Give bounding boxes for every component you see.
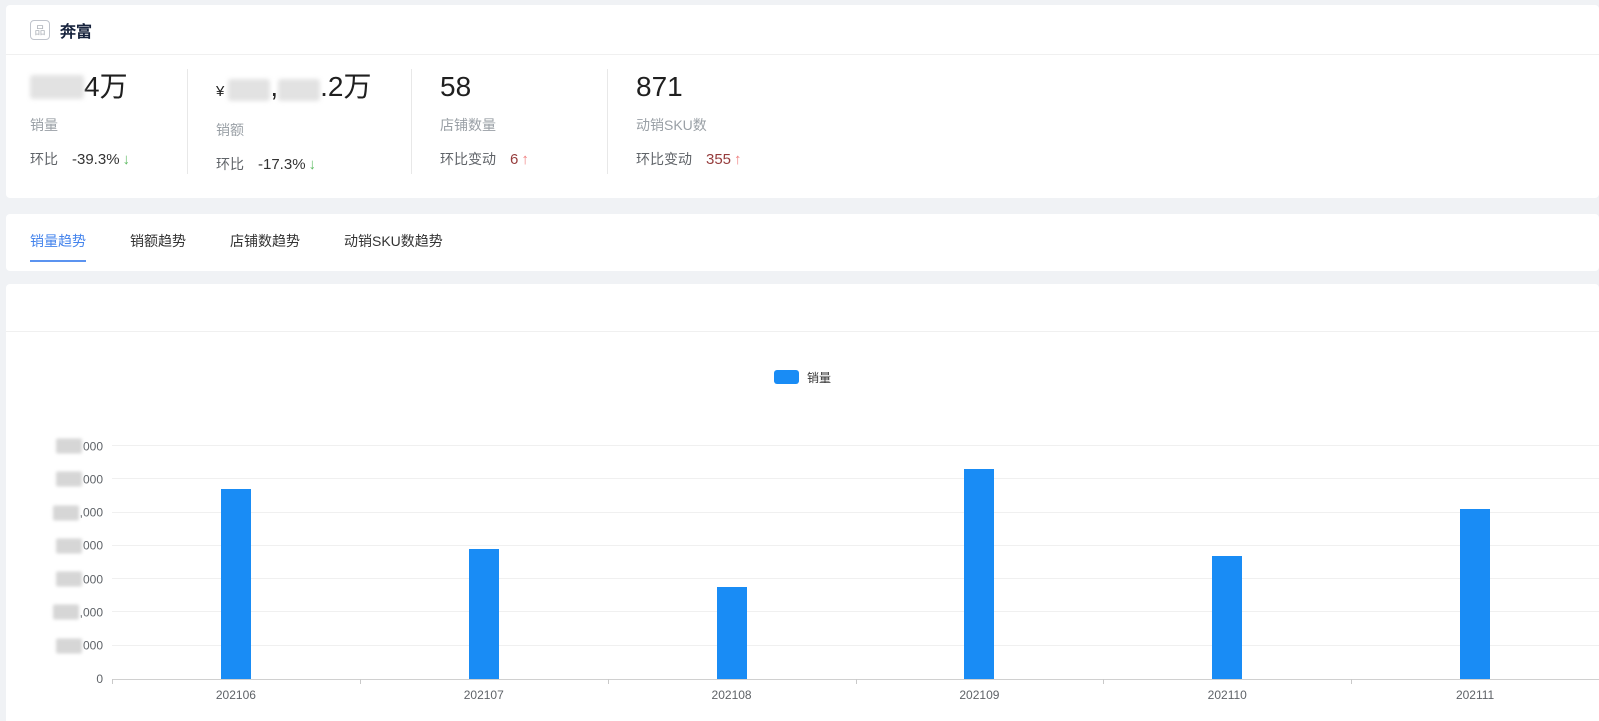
trend-down-icon: ↓ (308, 155, 317, 173)
stat-value: ¥, .2万 (216, 69, 383, 110)
x-axis-label: 202106 (215, 688, 256, 702)
x-axis-label: 202111 (1455, 688, 1495, 702)
legend-item[interactable]: 销量 (773, 369, 831, 386)
stat-mom-row: 环比变动 355 ↑ (636, 149, 742, 169)
chart-plot-wrap: 0 000,000 000 000,000 000 000 202106 202107 2021… (6, 438, 1599, 702)
bar-202106[interactable] (220, 488, 251, 679)
stat-label: 销额 (216, 122, 244, 138)
gridline (112, 445, 1599, 446)
y-axis-label: ,000 (52, 604, 103, 620)
stat-value: 58 (440, 71, 472, 102)
legend-label: 销量 (806, 370, 831, 385)
censored-tick-block (55, 638, 82, 654)
trend-up-icon: ↑ (734, 150, 742, 168)
y-axis-label: ,000 (52, 505, 103, 521)
stat-active-sku: 871 动销SKU数 环比变动 355 ↑ (636, 69, 770, 174)
gridline (112, 611, 1599, 613)
mom-label: 环比变动 (636, 151, 692, 167)
thousands-separator: , (270, 71, 279, 102)
trend-down-icon: ↓ (122, 150, 131, 168)
legend-swatch-icon (773, 370, 799, 384)
brand-header: 品 奔富 (6, 5, 1599, 55)
y-axis-label: 000 (55, 571, 103, 587)
mom-value: -39.3% (72, 150, 120, 168)
y-axis-label: 000 (55, 638, 103, 654)
gridline (112, 578, 1599, 580)
tab-1[interactable]: 销额趋势 (130, 223, 186, 262)
censored-tick-block (52, 505, 79, 521)
gridline (112, 544, 1599, 546)
stat-value: 4万 (30, 69, 159, 105)
bar-202108[interactable] (716, 587, 747, 679)
bar-202110[interactable] (1212, 555, 1243, 679)
stat-value-suffix: 4万 (84, 71, 128, 102)
x-axis-tick (359, 679, 361, 684)
tab-0[interactable]: 销量趋势 (30, 223, 86, 262)
mom-value: -17.3% (258, 155, 306, 173)
y-axis-label: 000 (55, 471, 103, 487)
mom-value: 6 (510, 150, 519, 168)
tabs: 销量趋势 销额趋势 店铺数趋势 动销SKU数趋势 (30, 223, 443, 262)
x-axis-tick (1103, 679, 1105, 684)
stat-mom-row: 环比变动 6 ↑ (440, 149, 579, 169)
stat-value: 871 (636, 71, 683, 102)
brand-name: 奔富 (60, 23, 93, 41)
tab-3[interactable]: 动销SKU数趋势 (344, 223, 443, 262)
x-axis-tick (855, 679, 857, 684)
x-axis-tick (1351, 679, 1353, 684)
gridline (112, 478, 1599, 480)
mom-label: 环比 (30, 151, 58, 167)
y-axis-label: 000 (55, 438, 103, 454)
censored-value-block (228, 78, 271, 101)
bar-202111[interactable] (1460, 508, 1491, 679)
gridline (112, 644, 1599, 646)
censored-tick-block (55, 571, 82, 587)
censored-tick-block (55, 438, 82, 454)
chart-card-header (6, 284, 1599, 332)
bar-202107[interactable] (468, 548, 499, 679)
y-axis-label: 0 (96, 672, 103, 686)
chart-legend: 销量 (6, 369, 1599, 386)
x-axis-label: 202110 (1207, 688, 1247, 702)
stat-mom-row: 环比 -17.3% ↓ (216, 154, 383, 174)
brand-stats-card: 品 奔富 4万 销量 环比 -39.3% ↓ ¥, .2万 销额 环比 -17.3… (6, 5, 1599, 198)
y-axis-label: 000 (55, 538, 103, 554)
x-axis-label: 202107 (463, 688, 504, 702)
trend-tabs-card: 销量趋势 销额趋势 店铺数趋势 动销SKU数趋势 (6, 214, 1599, 271)
x-axis-tick (112, 679, 113, 684)
x-axis-tick (607, 679, 609, 684)
stat-sales-volume: 4万 销量 环比 -39.3% ↓ (30, 69, 188, 174)
stat-sales-amount: ¥, .2万 销额 环比 -17.3% ↓ (216, 69, 412, 174)
brand-icon: 品 (30, 19, 50, 40)
mom-label: 环比 (216, 156, 244, 172)
gridline (112, 511, 1599, 513)
chart-card: 销量 0 000,000 000 000,000 000 000 202106 202107 2… (6, 284, 1599, 721)
stat-value-suffix: .2万 (320, 71, 372, 102)
censored-tick-block (55, 471, 82, 487)
stat-label: 销量 (30, 117, 58, 133)
x-axis-label: 202109 (959, 688, 1000, 702)
x-axis-label: 202108 (711, 688, 752, 702)
mom-value: 355 (706, 150, 732, 168)
chart-plot: 0 000,000 000 000,000 000 000 202106 202107 2021… (52, 438, 1599, 702)
trend-up-icon: ↑ (521, 150, 529, 168)
stats-row: 4万 销量 环比 -39.3% ↓ ¥, .2万 销额 环比 -17.3% ↓ 5… (6, 55, 1599, 198)
censored-tick-block (55, 538, 82, 554)
censored-tick-block (52, 604, 79, 620)
stat-label: 动销SKU数 (636, 117, 707, 133)
stat-label: 店铺数量 (440, 117, 496, 133)
mom-label: 环比变动 (440, 151, 496, 167)
stat-mom-row: 环比 -39.3% ↓ (30, 149, 159, 169)
censored-value-block (30, 75, 84, 99)
censored-value-block (278, 78, 321, 101)
bar-202109[interactable] (964, 468, 995, 679)
tab-2[interactable]: 店铺数趋势 (230, 223, 300, 262)
stat-shop-count: 58 店铺数量 环比变动 6 ↑ (440, 69, 608, 174)
currency-symbol: ¥ (216, 83, 225, 100)
